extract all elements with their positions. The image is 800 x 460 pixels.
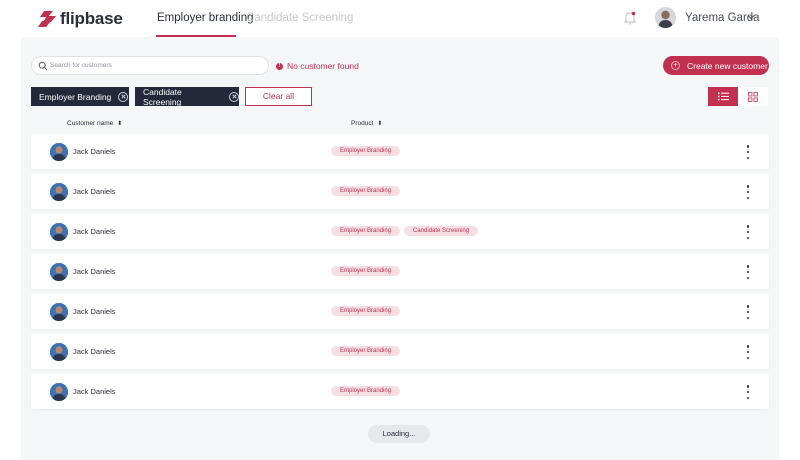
product-tags: Employer Branding [331,386,404,396]
search-icon [38,61,48,71]
customer-name: Jack Daniels [73,307,116,316]
avatar [50,223,68,241]
sort-icon: ⬍ [377,121,383,127]
view-toggle [708,87,768,106]
list-view-button[interactable] [708,87,738,106]
more-vertical-icon[interactable] [740,265,756,279]
product-tags: Employer Branding [331,346,404,356]
bell-icon[interactable] [622,10,638,26]
more-vertical-icon[interactable] [740,345,756,359]
list-view-icon [717,92,729,101]
close-icon[interactable] [229,91,239,102]
product-tag: Candidate Screening [404,226,479,236]
product-tags: Employer Branding [331,306,404,316]
customer-name: Jack Daniels [73,387,116,396]
product-tags: Employer Branding Candidate Screening [331,226,482,236]
avatar [50,263,68,281]
product-tag: Employer Branding [331,386,401,396]
sort-icon: ⬍ [117,121,123,127]
create-customer-button[interactable]: + Create new customer [663,56,769,75]
plus-icon: + [671,61,680,70]
filter-chip-candidate-screening[interactable]: Candidate Screening [135,86,239,107]
column-label: Customer name [67,120,114,127]
more-vertical-icon[interactable] [740,225,756,239]
logo-text: flipbase [60,9,123,28]
user-avatar[interactable] [655,7,676,28]
table-row[interactable]: Jack Daniels Employer Branding [31,134,769,169]
column-header-product[interactable]: Product ⬍ [351,120,382,127]
filter-chip-label: Candidate Screening [143,86,182,107]
search-input[interactable] [50,59,260,72]
tab-candidate-screening[interactable]: Candidate Screening [246,12,353,24]
chevron-down-icon[interactable] [746,12,756,22]
grid-view-button[interactable] [738,87,768,106]
more-vertical-icon[interactable] [740,185,756,199]
loading-indicator: Loading... [368,425,430,443]
filter-chip-label: Employer Branding [39,91,112,102]
avatar [50,143,68,161]
table-row[interactable]: Jack Daniels Employer Branding Candidate… [31,214,769,249]
filter-chip-employer-branding[interactable]: Employer Branding [31,87,129,106]
customer-name: Jack Daniels [73,187,116,196]
customer-name: Jack Daniels [73,147,116,156]
table-row[interactable]: Jack Daniels Employer Branding [31,254,769,289]
more-vertical-icon[interactable] [740,145,756,159]
no-result-message: ! No customer found [276,61,359,71]
table-row[interactable]: Jack Daniels Employer Branding [31,334,769,369]
avatar [50,383,68,401]
product-tag: Employer Branding [331,226,401,236]
product-tags: Employer Branding [331,146,404,156]
column-label: Product [351,120,374,127]
product-tag: Employer Branding [331,146,401,156]
avatar [50,343,68,361]
table-row[interactable]: Jack Daniels Employer Branding [31,174,769,209]
customer-name: Jack Daniels [73,347,116,356]
product-tag: Employer Branding [331,306,401,316]
alert-icon: ! [276,62,283,70]
table-row[interactable]: Jack Daniels Employer Branding [31,374,769,409]
clear-all-button[interactable]: Clear all [245,87,312,106]
product-tags: Employer Branding [331,266,404,276]
product-tag: Employer Branding [331,186,401,196]
avatar [50,183,68,201]
search-box[interactable] [31,56,269,75]
table-row[interactable]: Jack Daniels Employer Branding [31,294,769,329]
product-tags: Employer Branding [331,186,404,196]
product-tag: Employer Branding [331,266,401,276]
more-vertical-icon[interactable] [740,305,756,319]
grid-view-icon [748,91,758,102]
customer-name: Jack Daniels [73,267,116,276]
avatar [50,303,68,321]
flipbase-logo-icon [38,11,56,27]
customer-name: Jack Daniels [73,227,116,236]
top-bar: flipbase Employer branding Candidate Scr… [0,0,800,37]
close-icon[interactable] [118,91,129,102]
product-tag: Employer Branding [331,346,401,356]
more-vertical-icon[interactable] [740,385,756,399]
logo[interactable]: flipbase [38,9,123,29]
tab-employer-branding[interactable]: Employer branding [157,12,254,24]
column-header-customer-name[interactable]: Customer name ⬍ [67,120,122,127]
no-result-text: No customer found [287,61,359,71]
user-avatar-image [655,7,676,28]
create-customer-label: Create new customer [687,60,768,71]
